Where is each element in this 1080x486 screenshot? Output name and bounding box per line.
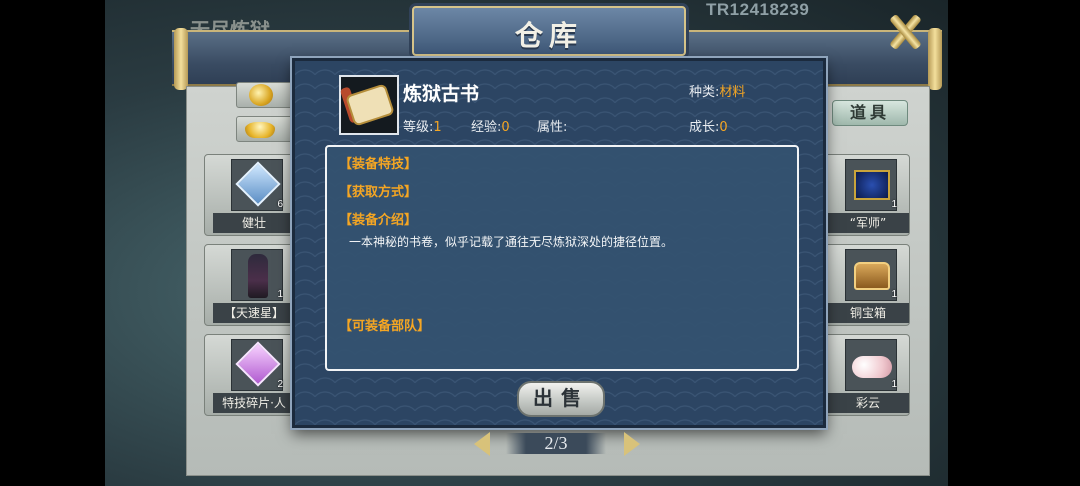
item-icon-box [845,159,897,211]
growth-value: 0 [719,120,728,135]
item-title: 炼狱古书 [403,83,480,105]
ancient-book-scroll-icon [339,75,399,135]
inventory-slot[interactable]: 6 健壮 [204,154,296,236]
item-level: 等级:1 [403,116,442,135]
tr-code-label: TR12418239 [706,0,810,19]
item-name: 健壮 [213,213,295,233]
colored-cloud-icon [852,356,892,378]
intro-text: 一本神秘的书卷，似乎记载了通往无尽炼狱深处的捷径位置。 [349,235,674,249]
item-name: 特技碎片·人 [213,393,295,413]
strategist-scroll-icon [854,170,890,200]
page-number: 2/3 [506,433,606,454]
item-type: 种类:材料 [689,81,745,100]
inventory-slot[interactable]: 1 彩云 [818,334,910,416]
item-icon-box [231,159,283,211]
item-detail-dialog: 炼狱古书 种类:材料 等级:1 经验:0 属性: 成长:0 【装备特技】 【获取… [292,58,826,428]
game-screen: 无尽炼狱 TR12418239 仓库 道具 6 健壮 1 【天速星】 2 特技碎… [0,0,1080,486]
level-label: 等级: [403,120,434,135]
growth-label: 成长: [689,120,720,135]
copper-chest-icon [854,262,890,290]
exp-value: 0 [501,120,510,135]
inventory-slot[interactable]: 2 特技碎片·人 [204,334,296,416]
item-count: 6 [277,199,283,210]
item-count: 1 [891,199,897,210]
letterbox-right [948,0,1080,486]
item-icon-box [231,339,283,391]
attribute-label: 属性: [537,120,568,135]
item-name: 【天速星】 [213,303,295,323]
item-count: 2 [277,379,283,390]
currency-coin-slot [236,82,294,108]
prev-page-arrow-icon[interactable] [474,432,490,456]
next-page-arrow-icon[interactable] [624,432,640,456]
exp-label: 经验: [471,120,502,135]
item-count: 1 [277,289,283,300]
currency-ingot-slot [236,116,294,142]
type-label: 种类: [689,85,720,100]
sell-button[interactable]: 出售 [517,381,605,417]
item-growth: 成长:0 [689,116,728,135]
pink-shard-icon [235,341,281,387]
scroll-paper [347,85,393,125]
description-box: 【装备特技】 【获取方式】 【装备介绍】 一本神秘的书卷，似乎记载了通往无尽炼狱… [325,145,799,371]
type-value: 材料 [719,85,746,100]
item-count: 1 [891,289,897,300]
item-icon-box [845,249,897,301]
section-obtain: 【获取方式】 [339,185,418,200]
section-skill: 【装备特技】 [339,157,418,172]
tab-tools[interactable]: 道具 [832,100,908,126]
item-name: 彩云 [827,393,909,413]
inventory-slot[interactable]: 1 铜宝箱 [818,244,910,326]
inventory-slot[interactable]: 1 “军师” [818,154,910,236]
crystal-shard-icon [235,161,281,207]
gold-ingot-icon [245,122,275,138]
page-navigator: 2/3 [474,430,640,460]
title-plaque: 仓库 [412,6,686,56]
inventory-slot[interactable]: 1 【天速星】 [204,244,296,326]
section-intro: 【装备介绍】 [339,213,418,228]
item-name: “军师” [827,213,909,233]
item-icon-box [845,339,897,391]
page-title: 仓库 [514,19,583,52]
level-value: 1 [433,120,442,135]
section-troops: 【可装备部队】 [339,319,431,334]
letterbox-left [0,0,105,486]
warrior-portrait-icon [248,254,268,298]
close-button[interactable] [879,10,933,54]
item-name: 铜宝箱 [827,303,909,323]
item-count: 1 [891,379,897,390]
gold-coin-icon [249,84,273,106]
item-attribute: 属性: [537,116,567,135]
item-exp: 经验:0 [471,116,510,135]
item-icon-box [231,249,283,301]
scroll-roll-left [174,28,188,90]
